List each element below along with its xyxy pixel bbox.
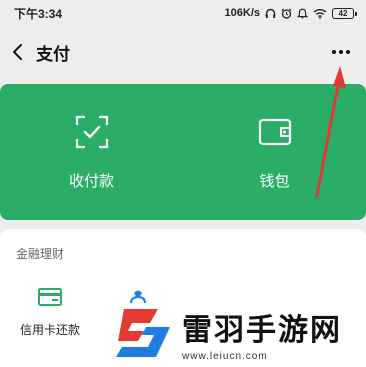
wallet-button[interactable]: 钱包	[183, 84, 366, 220]
page-title: 支付	[36, 44, 70, 64]
status-time: 下午3:34	[14, 6, 63, 21]
credit-card-repay-label: 信用卡还款	[19, 323, 80, 337]
status-icons: 106K/s 42	[224, 7, 357, 19]
headphone-icon	[265, 8, 276, 19]
battery-icon: 42	[332, 7, 357, 19]
more-button[interactable]	[330, 44, 352, 60]
wallet-icon	[258, 118, 291, 145]
ring-icon	[297, 8, 308, 19]
scan-check-icon	[75, 115, 108, 148]
receive-pay-label: 收付款	[68, 172, 114, 190]
alarm-icon	[281, 8, 292, 19]
back-button[interactable]	[6, 38, 28, 66]
chevron-left-icon	[13, 44, 22, 60]
credit-card-icon	[38, 288, 62, 306]
watermark-url: www.leiucn.com	[182, 351, 268, 362]
credit-card-repay-button[interactable]: 信用卡还款	[0, 287, 100, 338]
wallet-label: 钱包	[259, 172, 290, 190]
wifi-icon	[313, 8, 327, 19]
network-speed: 106K/s	[224, 7, 260, 19]
watermark-logo-icon	[116, 308, 170, 357]
receive-pay-button[interactable]: 收付款	[0, 84, 183, 220]
watermark-name: 雷羽手游网	[182, 313, 342, 348]
watermark-text: 雷羽手游网 www.leiucn.com	[182, 305, 342, 362]
nav-bar: 支付	[0, 26, 366, 78]
pay-card: 收付款 钱包	[0, 84, 366, 220]
nav-left: 支付	[6, 38, 70, 66]
more-icon-dot	[346, 50, 350, 54]
status-bar: 下午3:34 106K/s 42	[0, 0, 366, 26]
finance-title: 金融理财	[16, 247, 65, 261]
more-icon-dot	[332, 50, 336, 54]
more-icon-dot	[339, 50, 343, 54]
watermark: 雷羽手游网 www.leiucn.com	[110, 300, 366, 367]
